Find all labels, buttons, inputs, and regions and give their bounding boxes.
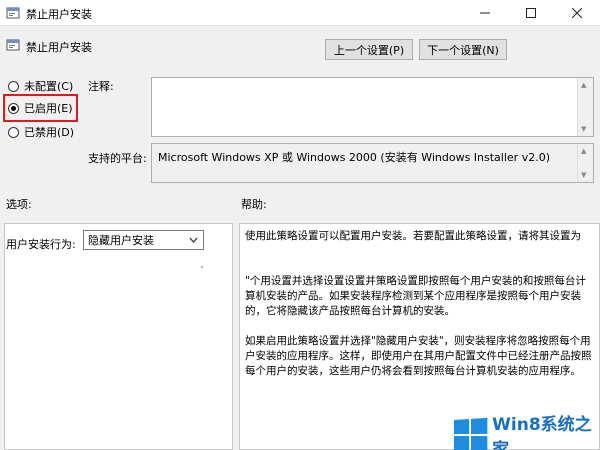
radio-label: 未配置(C) (24, 80, 74, 93)
radio-not-configured[interactable]: 未配置(C) (8, 78, 73, 94)
radio-button[interactable] (8, 80, 19, 92)
comment-label: 注释: (88, 80, 114, 93)
help-paragraph: 使用此策略设置可以配置用户安装。若要配置此策略设置，请将其设置为 (245, 230, 581, 242)
scroll-up-icon[interactable]: ▲ (581, 147, 586, 155)
install-behavior-label: 用户安装行为: (6, 238, 76, 251)
platform-label: 支持的平台: (88, 152, 147, 165)
platform-value: Microsoft Windows XP 或 Windows 2000 (安装有… (158, 151, 550, 164)
chevron-down-icon (189, 237, 198, 243)
maximize-icon (526, 8, 536, 18)
help-section-label: 帮助: (241, 198, 267, 211)
close-icon (572, 8, 582, 18)
window-title: 禁止用户安装 (26, 8, 92, 21)
close-button[interactable] (554, 0, 600, 26)
watermark: Win8系统之家 (452, 410, 600, 450)
radio-disabled[interactable]: 已禁用(D) (8, 124, 74, 140)
comment-textarea[interactable]: ▲ ▼ (151, 77, 594, 137)
title-bar: 禁止用户安装 (0, 0, 600, 26)
options-panel (4, 223, 233, 450)
radio-label: 已禁用(D) (24, 126, 75, 139)
dropdown-value: 隐藏用户安装 (88, 234, 154, 247)
watermark-text: Win8系统之家 (492, 415, 592, 450)
platform-field: Microsoft Windows XP 或 Windows 2000 (安装有… (151, 143, 594, 183)
comment-scrollbar[interactable]: ▲ ▼ (577, 78, 593, 136)
scroll-down-icon[interactable]: ▼ (581, 171, 586, 179)
scroll-up-icon[interactable]: ▲ (581, 81, 586, 89)
next-setting-button[interactable]: 下一个设置(N) (419, 39, 507, 60)
previous-setting-button[interactable]: 上一个设置(P) (325, 39, 413, 60)
minimize-button[interactable] (462, 0, 508, 26)
minimize-icon (480, 12, 490, 14)
help-paragraph: 如果启用此策略设置并选择"隐藏用户安装"，则安装程序将忽略按照每个用户安装的应用… (245, 335, 592, 377)
highlight-annotation (3, 94, 78, 122)
policy-name: 禁止用户安装 (26, 41, 92, 54)
pixel-artifact (201, 266, 203, 268)
platform-scrollbar[interactable]: ▲ ▼ (577, 144, 593, 182)
install-behavior-dropdown[interactable]: 隐藏用户安装 (83, 230, 204, 250)
windows-logo-icon (453, 417, 488, 450)
policy-window-icon (6, 7, 20, 19)
scroll-down-icon[interactable]: ▼ (581, 125, 586, 133)
policy-setting-icon (6, 39, 20, 51)
radio-button[interactable] (8, 126, 19, 138)
help-paragraph: "个用设置并选择设置设置并策略设置即按照每个用户安装的和按照每台计算机安装的产品… (245, 275, 586, 317)
options-section-label: 选项: (6, 198, 32, 211)
maximize-button[interactable] (508, 0, 554, 26)
